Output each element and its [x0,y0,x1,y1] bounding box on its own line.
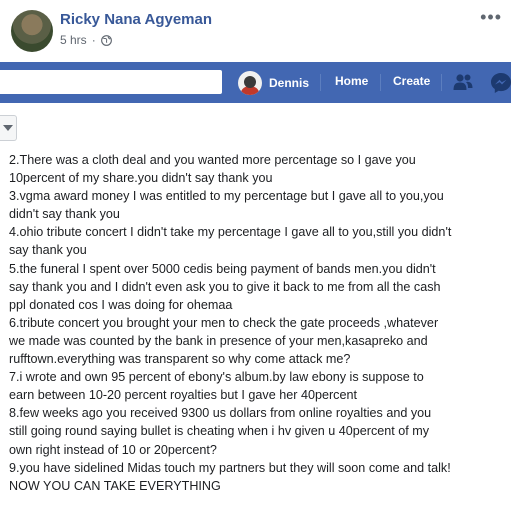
top-navbar: Dennis Home Create [0,62,511,103]
globe-icon[interactable] [100,34,112,46]
post-timestamp[interactable]: 5 hrs [60,33,87,47]
post-text-line: 8.few weeks ago you received 9300 us dol… [9,406,432,421]
post-text-line: 5.the funeral I spent over 5000 cedis be… [9,261,436,276]
post-text-line: 6.tribute concert you brought your men t… [9,315,439,330]
post-text-line: still going round saying bullet is cheat… [9,424,430,439]
nav-divider [380,74,381,91]
post-text-line: NOW YOU CAN TAKE EVERYTHING [9,478,221,493]
post-header: Ricky Nana Agyeman 5 hrs · ••• [0,0,511,62]
author-name[interactable]: Ricky Nana Agyeman [60,11,212,28]
profile-name: Dennis [269,75,310,90]
messenger-icon[interactable] [490,72,511,94]
post-text-line: rufftown.everything was transparent so w… [9,352,351,367]
post-meta: 5 hrs · [60,33,112,47]
post-text-line: earn between 10-20 percent royalties but… [9,388,357,403]
post-text-line: 9.you have sidelined Midas touch my part… [9,460,451,475]
create-link[interactable]: Create [393,74,430,88]
post-text: 2.There was a cloth deal and you wanted … [9,151,507,495]
post-text-line: own right instead of 10 or 20percent? [9,442,217,457]
post-text-line: didn't say thank you [9,207,120,222]
post-text-line: say thank you and I didn't even ask you … [9,279,441,294]
post-text-line: we made was counted by the bank in prese… [9,333,428,348]
friend-requests-icon[interactable] [453,73,473,91]
post-text-line: say thank you [9,243,87,258]
post-text-line: 3.vgma award money I was entitled to my … [9,189,444,204]
post-text-line: 10percent of my share.you didn't say tha… [9,171,273,186]
home-link[interactable]: Home [335,74,368,88]
author-avatar[interactable] [11,10,53,52]
nav-divider [441,74,442,91]
more-options-icon[interactable]: ••• [480,8,502,26]
meta-separator: · [91,33,96,47]
post-text-line: 7.i wrote and own 95 percent of ebony's … [9,370,424,385]
nav-divider [320,74,321,91]
profile-avatar [238,70,262,95]
nav-profile-link[interactable]: Dennis [238,69,309,96]
search-input[interactable] [0,70,222,94]
post-text-line: 4.ohio tribute concert I didn't take my … [9,225,452,240]
post-text-line: ppl donated cos I was doing for ohemaa [9,297,233,312]
audience-dropdown[interactable] [0,115,17,141]
chevron-down-icon [3,125,13,131]
post-text-line: 2.There was a cloth deal and you wanted … [9,153,416,167]
